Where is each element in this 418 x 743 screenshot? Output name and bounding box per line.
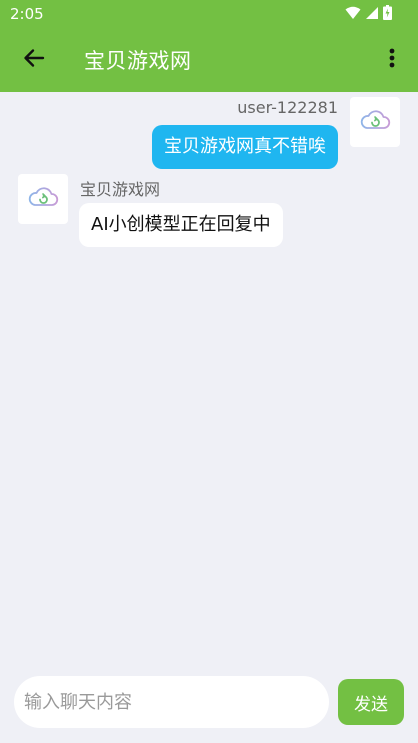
cloud-refresh-icon (359, 108, 391, 136)
status-icons (345, 4, 392, 24)
bot-message-bubble[interactable]: AI小创模型正在回复中 (79, 203, 283, 247)
user-message-bubble[interactable]: 宝贝游戏网真不错唉 (152, 125, 338, 169)
battery-charging-icon (383, 4, 392, 24)
message-input[interactable] (14, 676, 329, 728)
back-button[interactable] (14, 40, 54, 80)
bot-avatar[interactable] (18, 174, 68, 224)
signal-icon (365, 5, 379, 24)
arrow-left-icon (23, 47, 45, 73)
more-options-button[interactable] (376, 40, 408, 80)
app-bar: 宝贝游戏网 (0, 28, 418, 92)
bot-sender-name: 宝贝游戏网 (80, 180, 161, 199)
page-title: 宝贝游戏网 (84, 49, 192, 73)
status-bar: 2:05 (0, 0, 418, 28)
send-button[interactable]: 发送 (338, 679, 404, 725)
status-time: 2:05 (10, 5, 44, 23)
user-avatar[interactable] (350, 97, 400, 147)
chat-message-list[interactable]: user-122281 宝贝游戏网真不错唉 宝贝游戏网 AI小创模型正在回复中 (0, 92, 418, 666)
composer-bar: 发送 (0, 666, 418, 743)
user-sender-name: user-122281 (237, 98, 338, 117)
cloud-refresh-icon (27, 185, 59, 213)
more-vert-icon (389, 48, 395, 72)
wifi-icon (345, 5, 361, 24)
